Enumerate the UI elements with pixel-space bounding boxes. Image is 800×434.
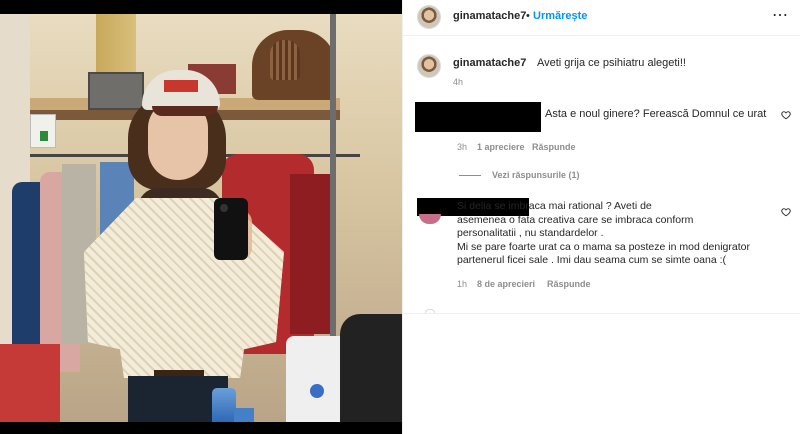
post-username[interactable]: ginamatache7: [453, 10, 526, 22]
comment-text: Si delia se imbraca mai rational ? Aveti…: [457, 200, 775, 268]
view-replies-button[interactable]: Vezi răspunsurile (1): [492, 170, 580, 180]
photo-cap-logo: [164, 80, 198, 92]
comment-line: Si delia se imbraca mai rational ? Aveti…: [457, 200, 652, 212]
caption-username[interactable]: ginamatache7: [453, 57, 526, 69]
photo-sweater: [84, 198, 284, 378]
photo-red-coat: [290, 174, 330, 334]
caption-time[interactable]: 4h: [453, 77, 463, 87]
follow-button[interactable]: Urmărește: [533, 10, 587, 22]
comment-likes[interactable]: 8 de aprecieri: [477, 279, 535, 289]
post-photo[interactable]: [0, 0, 402, 434]
reply-button[interactable]: Răspunde: [532, 142, 576, 152]
photo-bottle: [212, 388, 236, 422]
photo-phone: [214, 198, 248, 260]
comments-panel: ginamatache7 • Urmărește ⋯ ginamatache7 …: [402, 0, 800, 434]
reply-button[interactable]: Răspunde: [547, 279, 591, 289]
redacted-username: [415, 102, 541, 132]
divider: [403, 313, 800, 314]
photo-bottle: [234, 408, 254, 422]
comment-likes[interactable]: 1 apreciere: [477, 142, 525, 152]
photo-bag: [340, 314, 402, 422]
comment-line: Mi se pare foarte urat ca o mama sa post…: [457, 240, 750, 253]
next-comment-avatar: [425, 309, 435, 313]
comment-text: Asta e noul ginere? Ferească Domnul ce u…: [545, 108, 767, 120]
comment-line: personalitatii , nu standardelor .: [457, 227, 604, 239]
avatar[interactable]: [417, 54, 441, 78]
avatar[interactable]: [417, 5, 441, 29]
photo-image: [0, 14, 402, 422]
photo-chair: [0, 344, 60, 422]
photo-person: [84, 70, 294, 422]
comment-time[interactable]: 1h: [457, 279, 467, 289]
comment-time[interactable]: 3h: [457, 142, 467, 152]
photo-first-aid-sign: [30, 114, 56, 148]
comment-line: partenerul ficei sale . Imi dau seama cu…: [457, 254, 727, 266]
heart-icon[interactable]: [781, 207, 791, 217]
heart-icon[interactable]: [781, 110, 791, 120]
photo-water-dispenser: [286, 336, 348, 422]
comment-line: asemenea o fata creativa care se imbraca…: [457, 213, 694, 226]
post-header: ginamatache7 • Urmărește ⋯: [403, 0, 800, 36]
more-options-icon[interactable]: ⋯: [772, 6, 789, 26]
separator-dot: •: [526, 10, 530, 22]
replies-divider: [459, 175, 481, 176]
caption-text: Aveti grija ce psihiatru alegeti!!: [537, 57, 686, 69]
avatar[interactable]: [419, 214, 441, 224]
